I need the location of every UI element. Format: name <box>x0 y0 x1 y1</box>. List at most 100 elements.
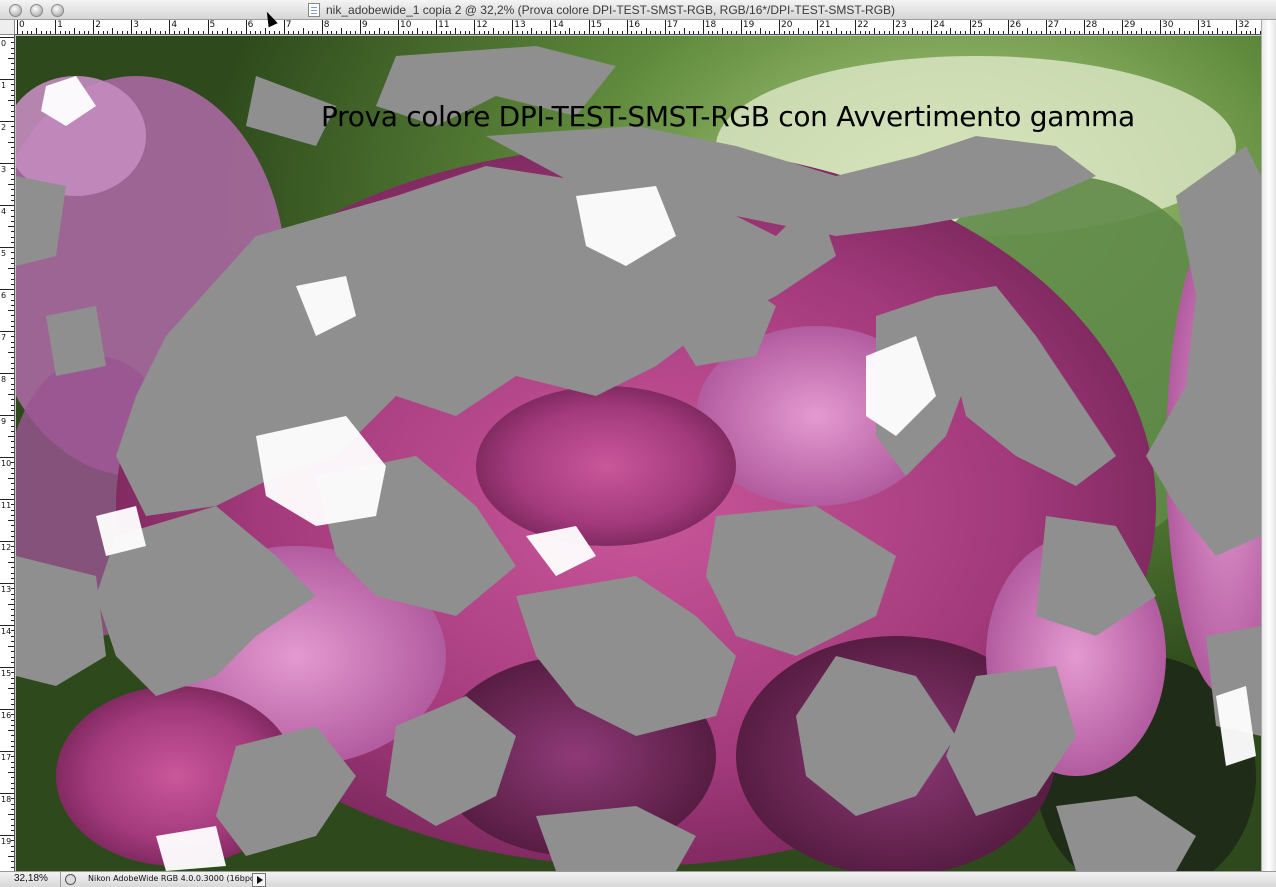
ruler-h-tick <box>821 31 823 34</box>
ruler-v-tick <box>8 772 14 773</box>
ruler-v-tick <box>11 735 14 737</box>
zoom-level[interactable]: 32,18% <box>14 873 48 884</box>
ruler-h-tick <box>340 28 342 34</box>
ruler-h-tick <box>64 31 66 34</box>
ruler-h-tick <box>193 31 195 34</box>
ruler-h-tick <box>1207 31 1209 34</box>
ruler-h-tick <box>650 31 652 34</box>
close-icon[interactable] <box>9 4 22 17</box>
ruler-h-tick <box>950 28 952 34</box>
ruler-v-tick <box>8 58 14 59</box>
ruler-v-tick <box>11 693 14 695</box>
ruler-h-tick <box>912 28 914 34</box>
ruler-h-tick <box>517 31 519 34</box>
ruler-v-tick <box>11 782 14 784</box>
horizontal-ruler[interactable]: 0 1 2 3 4 5 6 7 8 9 10 11 12 13 14 15 16 17 18 19 20 21 22 23 24… <box>15 20 1261 35</box>
ruler-v-tick <box>11 299 14 301</box>
ruler-h-tick <box>898 31 900 34</box>
ruler-v-tick <box>11 672 14 674</box>
ruler-h-tick <box>421 31 423 34</box>
ruler-v-tick <box>11 236 14 238</box>
ruler-h-tick <box>26 31 28 34</box>
ruler-h-tick <box>312 31 314 34</box>
ruler-h-tick <box>879 31 880 34</box>
ruler-h-tick <box>431 31 433 34</box>
ruler-v-tick <box>11 63 14 65</box>
ruler-v-tick <box>11 47 14 49</box>
ruler-h-tick <box>17 20 18 34</box>
ruler-v-tick <box>11 635 14 637</box>
ruler-h-tick <box>845 31 847 34</box>
ruler-h-tick <box>583 31 585 34</box>
vertical-ruler[interactable]: 0123456789101112131415161718192 <box>0 35 15 871</box>
vertical-scrollbar[interactable] <box>1261 20 1276 871</box>
ruler-h-tick <box>307 31 309 34</box>
ruler-h-tick <box>450 31 452 34</box>
ruler-h-tick <box>769 31 771 34</box>
ruler-v-tick <box>11 383 14 385</box>
ruler-h-tick <box>1131 31 1133 34</box>
ruler-v-tick <box>8 688 14 689</box>
ruler-h-label: 16 <box>628 20 641 30</box>
ruler-h-tick <box>388 31 390 34</box>
ruler-h-tick <box>40 31 42 34</box>
ruler-h-tick <box>1255 28 1257 34</box>
ruler-v-tick <box>11 861 14 863</box>
ruler-h-tick <box>426 31 428 34</box>
ruler-v-tick <box>11 756 14 758</box>
ruler-h-label: 25 <box>971 20 983 30</box>
ruler-h-tick <box>1179 28 1181 34</box>
ruler-h-tick <box>755 31 757 34</box>
ruler-h-tick <box>55 20 57 34</box>
ruler-v-tick <box>11 241 14 243</box>
ruler-h-tick <box>1193 31 1195 34</box>
ruler-v-tick <box>11 157 14 159</box>
ruler-h-label: 14 <box>552 20 564 30</box>
ruler-h-tick <box>336 31 338 34</box>
ruler-v-tick <box>11 714 14 716</box>
zoom-icon[interactable] <box>51 4 64 17</box>
ruler-h-tick <box>369 31 371 34</box>
ruler-v-tick <box>11 451 14 453</box>
ruler-v-tick <box>11 399 14 401</box>
window-titlebar[interactable]: nik_adobewide_1 copia 2 @ 32,2% (Prova c… <box>0 0 1276 20</box>
ruler-v-tick <box>11 525 14 527</box>
ruler-h-tick <box>598 31 600 34</box>
ruler-h-tick <box>1083 20 1085 34</box>
ruler-v-tick <box>11 231 14 233</box>
ruler-origin[interactable] <box>0 20 15 35</box>
ruler-h-tick <box>678 31 680 34</box>
status-divider <box>60 872 61 887</box>
ruler-v-tick <box>0 331 14 332</box>
ruler-h-tick <box>236 31 238 34</box>
ruler-h-label: 26 <box>1009 20 1022 30</box>
ruler-h-tick <box>731 31 733 34</box>
ruler-h-tick <box>793 31 795 34</box>
ruler-h-tick <box>1121 20 1123 34</box>
document-info-icon[interactable] <box>65 874 76 885</box>
ruler-v-tick <box>8 100 14 101</box>
ruler-h-tick <box>993 31 995 34</box>
ruler-v-label: 7 <box>1 333 7 342</box>
image-canvas[interactable]: Prova colore DPI-TEST-SMST-RGB con Avver… <box>16 36 1261 871</box>
ruler-h-tick <box>836 28 838 34</box>
ruler-h-tick <box>964 31 966 34</box>
ruler-h-tick <box>840 31 842 34</box>
ruler-h-tick <box>121 31 123 34</box>
ruler-h-tick <box>502 31 504 34</box>
ruler-v-tick <box>11 593 14 595</box>
ruler-h-label: 12 <box>476 20 488 30</box>
ruler-h-label: 28 <box>1085 20 1098 30</box>
ruler-v-tick <box>11 682 14 684</box>
ruler-h-tick <box>374 31 376 34</box>
status-menu-arrow-icon[interactable] <box>252 873 266 887</box>
ruler-v-tick <box>0 247 14 248</box>
ruler-v-tick <box>11 388 14 390</box>
ruler-v-tick <box>8 142 14 143</box>
minimize-icon[interactable] <box>30 4 43 17</box>
ruler-h-tick <box>983 31 985 34</box>
ruler-h-tick <box>197 31 199 34</box>
ruler-v-tick <box>11 215 14 217</box>
ruler-h-tick <box>969 20 971 34</box>
ruler-h-tick <box>1040 31 1042 34</box>
